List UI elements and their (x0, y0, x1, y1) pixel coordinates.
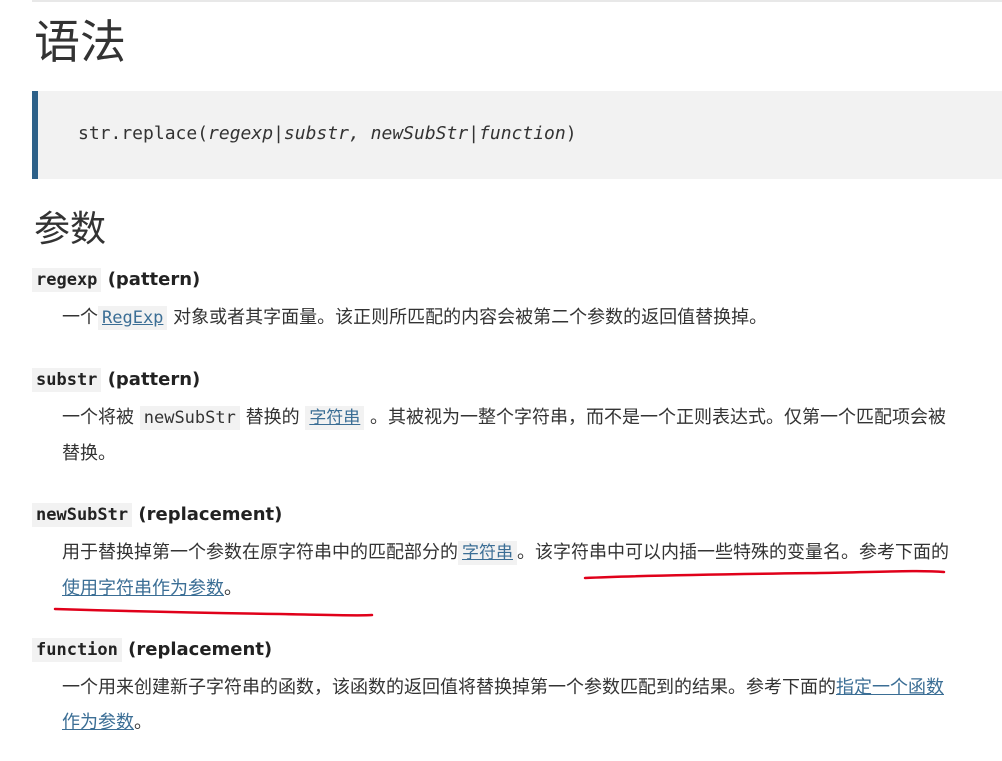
param-name: regexp (32, 268, 102, 292)
desc-text: 一个用来创建新子字符串的函数，该函数的返回值将替换掉第一个参数匹配到的结果。参考… (62, 677, 836, 698)
param-type: (pattern) (101, 369, 201, 390)
param-title: function (replacement) (32, 638, 952, 662)
desc-text: 一个将被 (62, 407, 140, 428)
param-description: 用于替换掉第一个参数在原字符串中的匹配部分的 字符串 。该字符串中可以内插一些特殊的… (62, 535, 952, 606)
string-link[interactable]: 字符串 (305, 406, 365, 430)
param-regexp: regexp (pattern) 一个 RegExp 对象或者其字面量。该正则所匹… (32, 268, 952, 336)
syntax-heading: 语法 (34, 15, 126, 69)
top-divider (32, 0, 1002, 2)
desc-text: 对象或者其字面量。该正则所匹配的内容会被第二个参数的返回值替换掉。 (167, 307, 768, 328)
param-name: substr (32, 368, 102, 392)
param-name: newSubStr (32, 503, 133, 527)
inline-code-newsubstr: newSubStr (139, 406, 240, 430)
desc-text: 一个 (62, 307, 98, 328)
syntax-code: str.replace(regexp|substr, newSubStr|fun… (78, 123, 577, 144)
annotation-underline-2 (53, 607, 374, 617)
param-description: 一个用来创建新子字符串的函数，该函数的返回值将替换掉第一个参数匹配到的结果。参考… (62, 670, 952, 740)
syntax-obj: str.replace( (78, 123, 209, 144)
syntax-comma: , (348, 123, 371, 144)
use-string-as-param-link[interactable]: 使用字符串作为参数 (62, 578, 224, 599)
desc-text: 。 (134, 712, 152, 733)
param-description: 一个将被 newSubStr 替换的 字符串 。其被视为一整个字符串，而不是一个… (62, 400, 952, 471)
string-link-text: 字符串 (458, 541, 517, 565)
parameters-heading: 参数 (34, 209, 107, 250)
syntax-arg-function: function (479, 123, 566, 144)
syntax-arg-regexp: regexp (208, 123, 274, 144)
syntax-close: ) (565, 123, 577, 144)
param-type: (replacement) (121, 639, 273, 660)
desc-text: 用于替换掉第一个参数在原字符串中的匹配部分的 (62, 542, 458, 563)
param-newsubstr: newSubStr (replacement) 用于替换掉第一个参数在原字符串中… (32, 503, 952, 606)
syntax-code-block: str.replace(regexp|substr, newSubStr|fun… (32, 91, 1002, 179)
desc-text: 替换的 (239, 407, 306, 428)
param-title: newSubStr (replacement) (32, 503, 952, 527)
desc-text: 。 (224, 578, 242, 599)
param-type: (pattern) (101, 269, 201, 290)
param-substr: substr (pattern) 一个将被 newSubStr 替换的 字符串 … (32, 368, 952, 471)
syntax-arg-newsubstr: newSubStr (370, 123, 469, 144)
param-title: substr (pattern) (32, 368, 952, 392)
param-title: regexp (pattern) (32, 268, 952, 292)
string-link[interactable]: 字符串 (458, 541, 517, 565)
syntax-arg-substr: substr (283, 123, 349, 144)
param-name: function (32, 638, 122, 662)
string-link-text: 字符串 (305, 406, 365, 430)
syntax-separator: | (273, 123, 284, 144)
syntax-separator: | (468, 123, 480, 144)
regexp-link-text: RegExp (98, 306, 168, 330)
param-function: function (replacement) 一个用来创建新子字符串的函数，该函… (32, 638, 952, 740)
desc-text: 。该字符串中可以内插一些特殊的变量名。参考下面的 (517, 542, 949, 563)
param-description: 一个 RegExp 对象或者其字面量。该正则所匹配的内容会被第二个参数的返回值替换… (62, 300, 952, 336)
regexp-link[interactable]: RegExp (98, 306, 168, 330)
param-type: (replacement) (132, 504, 283, 525)
